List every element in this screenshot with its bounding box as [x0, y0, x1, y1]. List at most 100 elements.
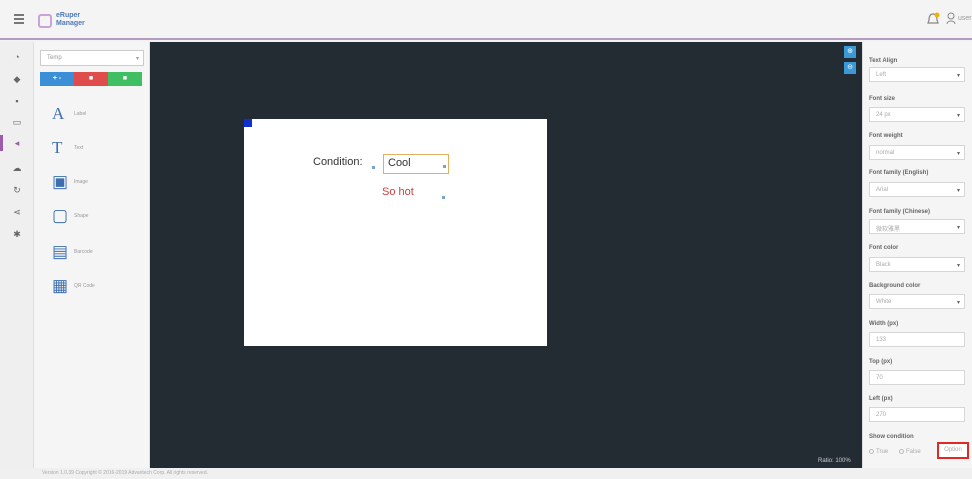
design-canvas[interactable]: ⊕ ⊖ Condition: Cool So hot Ratio: 100%: [150, 42, 862, 468]
resize-handle[interactable]: [442, 196, 445, 199]
radio-circle-icon: [899, 449, 904, 454]
background-color-label: Background color: [869, 283, 921, 289]
widget-qr-code-label: QR Code: [74, 283, 95, 289]
widget-qr-code[interactable]: ▦ QR Code: [52, 277, 132, 297]
label-widget-icon: A: [52, 104, 65, 123]
font-color-label: Font color: [869, 245, 899, 251]
widget-panel: Temp ▾ + - ■ ■ A Label T Text ▣ Image ▢ …: [34, 42, 150, 468]
properties-panel: Text Align Left ▾ Font size 24 px ▾ Font w…: [862, 42, 972, 468]
print-icon[interactable]: ▪: [12, 96, 22, 106]
text-align-value: Left: [876, 72, 887, 78]
gear-icon[interactable]: ✱: [12, 229, 22, 239]
logo-mark-icon: [38, 14, 52, 28]
font-family-cn-value: 微软雅黑: [876, 227, 901, 233]
menu-icon[interactable]: [14, 14, 24, 24]
chevron-down-icon: ▾: [956, 151, 960, 157]
resize-handle[interactable]: [443, 165, 446, 168]
monitor-icon[interactable]: ▭: [12, 117, 22, 127]
footer-copyright: Version 1.0.39 Copyright © 2016-2019 Adv…: [42, 470, 209, 476]
chevron-down-icon: ▾: [956, 188, 960, 194]
top-label: Top (px): [869, 359, 893, 365]
zoom-out-icon[interactable]: ⊖: [844, 62, 856, 74]
background-color-select[interactable]: White ▾: [869, 294, 965, 309]
font-family-cn-label: Font family (Chinese): [869, 209, 931, 215]
gauge-icon[interactable]: ◔: [12, 52, 22, 62]
chevron-down-icon: ▾: [956, 263, 960, 269]
left-label: Left (px): [869, 396, 893, 402]
user-label: user: [957, 14, 972, 22]
font-color-select[interactable]: Black ▾: [869, 257, 965, 272]
chevron-down-icon: ▾: [956, 300, 960, 306]
refresh-icon[interactable]: ↻: [12, 185, 22, 195]
notification-bell-icon[interactable]: [926, 12, 940, 28]
chevron-down-icon: ▾: [956, 225, 960, 231]
cloud-icon[interactable]: ☁: [12, 163, 22, 173]
radio-circle-icon: [869, 449, 874, 454]
font-family-en-label: Font family (English): [869, 170, 929, 176]
logo-line1: eRuper: [56, 12, 81, 19]
condition-text-element[interactable]: Cool: [383, 154, 449, 174]
footer: Version 1.0.39 Copyright © 2016-2019 Adv…: [0, 468, 972, 479]
radio-false[interactable]: False: [899, 449, 921, 455]
resize-handle[interactable]: [372, 166, 375, 169]
save-template-button[interactable]: ■: [108, 72, 142, 86]
logo-line2: Manager: [56, 20, 85, 27]
font-size-select[interactable]: 24 px ▾: [869, 107, 965, 122]
barcode-widget-icon: ▤: [52, 242, 69, 261]
widget-shape-label: Shape: [74, 213, 89, 219]
template-select-value: Temp: [47, 55, 62, 61]
top-bar: eRuper Manager user: [0, 0, 972, 40]
share-icon[interactable]: ⋖: [12, 207, 22, 217]
text-align-label: Text Align: [869, 58, 898, 64]
width-label: Width (px): [869, 321, 899, 327]
image-widget-icon: ▣: [52, 172, 69, 191]
show-condition-label: Show condition: [869, 434, 914, 440]
add-template-button[interactable]: + -: [40, 72, 74, 86]
zoom-ratio: Ratio: 100%: [818, 458, 851, 464]
qr-code-widget-icon: ▦: [52, 276, 69, 295]
delete-template-button[interactable]: ■: [74, 72, 108, 86]
widget-text-label: Text: [74, 145, 84, 151]
font-family-en-select[interactable]: Arial ▾: [869, 182, 965, 197]
app-logo: eRuper Manager: [38, 12, 90, 30]
left-input[interactable]: 270: [869, 407, 965, 422]
font-size-label: Font size: [869, 96, 896, 102]
font-family-cn-select[interactable]: 微软雅黑 ▾: [869, 219, 965, 234]
alt-condition-text[interactable]: So hot: [382, 186, 414, 198]
chevron-down-icon: ▾: [135, 56, 139, 62]
page-anchor-handle[interactable]: [244, 119, 252, 127]
font-weight-select[interactable]: normal ▾: [869, 145, 965, 160]
widget-text[interactable]: T Text: [52, 139, 132, 159]
font-weight-label: Font weight: [869, 133, 903, 139]
widget-label[interactable]: A Label: [52, 105, 132, 125]
signal-icon[interactable]: ◂: [12, 138, 22, 148]
radio-true[interactable]: True: [869, 449, 888, 455]
background-color-value: White: [876, 299, 892, 305]
widget-image[interactable]: ▣ Image: [52, 173, 132, 193]
font-family-en-value: Arial: [876, 187, 889, 193]
user-menu[interactable]: user: [946, 12, 972, 28]
text-widget-icon: T: [52, 138, 63, 157]
radio-true-label: True: [876, 449, 889, 456]
template-select[interactable]: Temp ▾: [40, 50, 144, 66]
widget-barcode-label: Barcode: [74, 249, 93, 255]
widget-image-label: Image: [74, 179, 88, 185]
left-rail: ◔ ◆ ▪ ▭ ◂ ☁ ↻ ⋖ ✱: [0, 42, 34, 468]
widget-shape[interactable]: ▢ Shape: [52, 207, 132, 227]
condition-label[interactable]: Condition:: [313, 156, 363, 168]
radio-false-label: False: [906, 449, 921, 456]
widget-barcode[interactable]: ▤ Barcode: [52, 243, 132, 263]
label-page[interactable]: Condition: Cool So hot: [244, 119, 547, 346]
shape-widget-icon: ▢: [52, 206, 69, 225]
widget-label-text: Label: [74, 111, 87, 117]
text-align-select[interactable]: Left ▾: [869, 67, 965, 82]
top-input[interactable]: 70: [869, 370, 965, 385]
zoom-in-icon[interactable]: ⊕: [844, 46, 856, 58]
option-button[interactable]: Option: [937, 442, 969, 459]
width-input[interactable]: 133: [869, 332, 965, 347]
font-size-value: 24 px: [876, 112, 891, 118]
font-weight-value: normal: [876, 150, 895, 156]
chevron-down-icon: ▾: [956, 73, 960, 79]
tag-icon[interactable]: ◆: [12, 74, 22, 84]
user-icon: [946, 12, 956, 25]
